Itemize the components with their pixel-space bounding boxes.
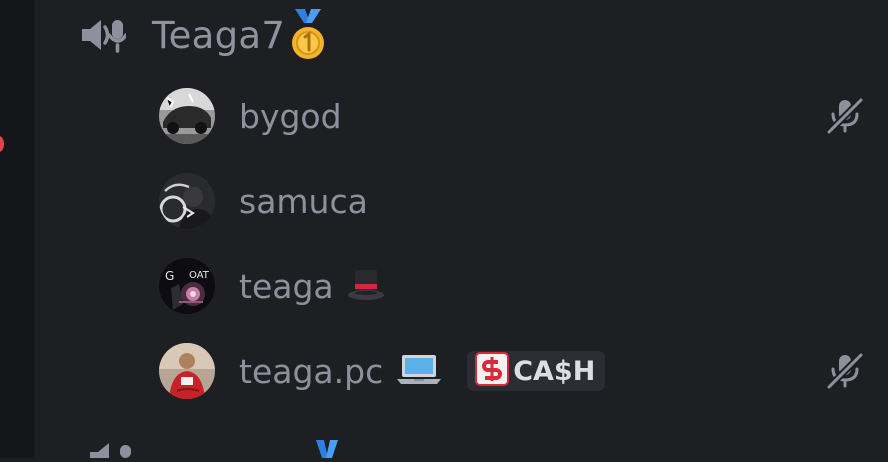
next-voice-channel[interactable] — [86, 440, 342, 462]
muted-microphone-icon — [824, 351, 865, 391]
laptop-icon — [395, 351, 443, 391]
voice-channel-teaga7[interactable]: Teaga7 — [78, 6, 327, 64]
voice-speaker-icon — [78, 15, 128, 55]
voice-member-bygod[interactable]: bygod — [159, 87, 865, 145]
first-place-medal-icon — [289, 9, 327, 61]
svg-text:G: G — [165, 269, 174, 283]
voice-member-teaga[interactable]: G OAT teaga — [159, 257, 864, 315]
voice-member-samuca[interactable]: samuca — [159, 172, 864, 230]
username: teaga — [239, 266, 334, 306]
svg-text:OAT: OAT — [189, 270, 210, 281]
unread-indicator — [0, 136, 4, 152]
user-avatar — [159, 173, 215, 229]
user-avatar — [159, 88, 215, 144]
server-tag-label: CA$H — [513, 355, 596, 387]
muted-microphone-icon — [824, 96, 865, 136]
voice-member-teaga-pc[interactable]: teaga.pc CA$H — [159, 342, 865, 400]
server-sidebar — [0, 0, 34, 458]
channel-name: Teaga7 — [152, 13, 286, 57]
user-avatar — [159, 343, 215, 399]
top-hat-icon — [346, 266, 386, 306]
user-avatar: G OAT — [159, 258, 215, 314]
username: teaga.pc — [239, 351, 384, 391]
username: samuca — [239, 181, 368, 221]
medal-icon — [312, 440, 342, 462]
cash-badge-icon — [475, 352, 510, 390]
server-tag-badge[interactable]: CA$H — [467, 351, 606, 391]
username: bygod — [239, 96, 342, 136]
voice-speaker-icon — [86, 440, 134, 462]
